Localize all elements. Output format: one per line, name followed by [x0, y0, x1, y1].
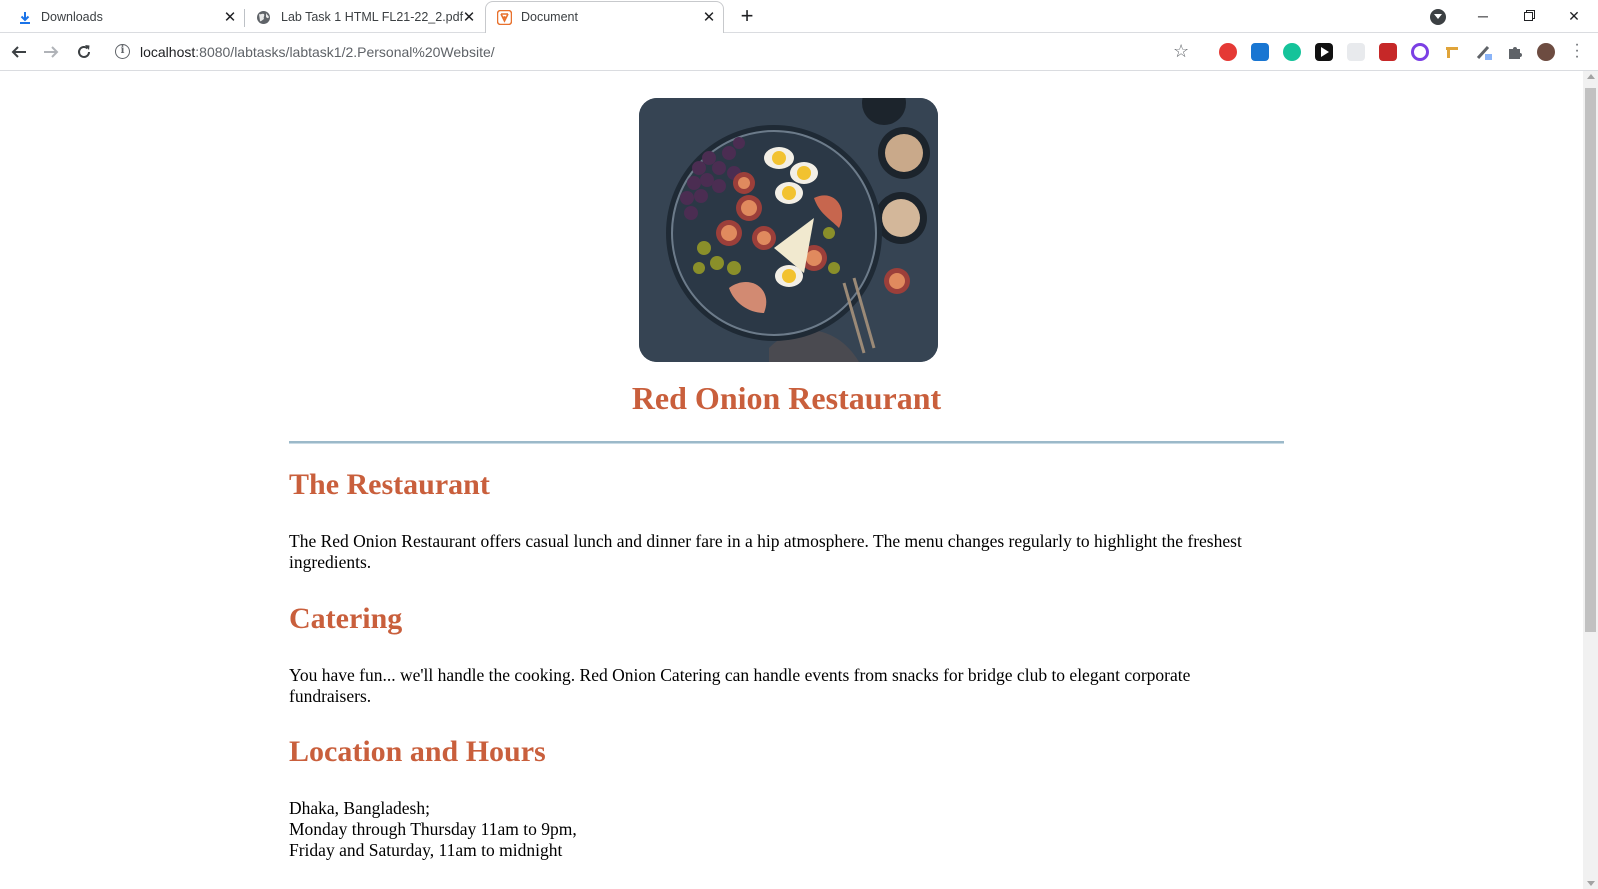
paragraph-line: Dhaka, Bangladesh; — [289, 798, 430, 818]
html5-icon — [497, 10, 512, 25]
bookmark-star-icon[interactable]: ☆ — [1173, 41, 1189, 62]
tab-downloads[interactable]: Downloads ✕ — [0, 2, 244, 33]
back-arrow-icon[interactable] — [8, 41, 30, 63]
site-info-icon[interactable]: i — [115, 44, 130, 59]
grammarly-icon[interactable] — [1283, 43, 1301, 61]
puzzle-icon[interactable] — [1506, 43, 1524, 61]
site-title: Red Onion Restaurant — [631, 380, 942, 416]
scroll-up-arrow-icon[interactable] — [1587, 74, 1595, 79]
tab-search-icon[interactable] — [1430, 9, 1446, 25]
extension-record-icon[interactable] — [1379, 43, 1397, 61]
hero-food-image — [639, 98, 938, 362]
globe-icon — [256, 10, 271, 25]
browser-toolbar: i localhost:8080/labtasks/labtask1/2.Per… — [0, 34, 1598, 71]
paragraph-line: The Red Onion Restaurant offers casual l… — [289, 531, 1242, 551]
scroll-down-arrow-icon[interactable] — [1587, 881, 1595, 886]
section-heading-restaurant: The Restaurant — [289, 468, 490, 501]
horizontal-rule — [289, 441, 1284, 444]
minimize-icon[interactable]: ─ — [1468, 4, 1498, 28]
download-icon — [17, 10, 32, 25]
paragraph-line: Monday through Thursday 11am to 9pm, — [289, 819, 577, 839]
tab-title: Downloads — [41, 10, 103, 24]
new-tab-button[interactable]: + — [736, 5, 758, 28]
extension-red-icon[interactable] — [1219, 43, 1237, 61]
scrollbar-thumb[interactable] — [1585, 88, 1596, 632]
close-tab-icon[interactable]: ✕ — [460, 8, 478, 26]
extension-blue-icon[interactable] — [1251, 43, 1269, 61]
restaurant-paragraph: The Red Onion Restaurant offers casual l… — [289, 531, 1284, 573]
paragraph-line: You have fun... we'll handle the cooking… — [289, 665, 1191, 685]
url-path: :8080/labtasks/labtask1/2.Personal%20Web… — [195, 44, 495, 60]
section-heading-catering: Catering — [289, 602, 403, 635]
close-window-icon[interactable]: ✕ — [1559, 4, 1589, 28]
paragraph-line: Friday and Saturday, 11am to midnight — [289, 840, 563, 860]
food-platter-illustration — [639, 98, 938, 362]
more-menu-icon[interactable]: · · · — [1574, 37, 1580, 65]
close-tab-icon[interactable]: ✕ — [700, 8, 718, 26]
url-host: localhost — [140, 44, 196, 60]
tab-lab-task-pdf[interactable]: Lab Task 1 HTML FL21-22_2.pdf ✕ — [244, 2, 484, 33]
tab-title: Document — [521, 10, 578, 24]
play-icon[interactable] — [1315, 43, 1333, 61]
catering-paragraph: You have fun... we'll handle the cooking… — [289, 665, 1284, 707]
paragraph-line: ingredients. — [289, 552, 372, 572]
tab-strip: Downloads ✕ Lab Task 1 HTML FL21-22_2.pd… — [0, 0, 1598, 33]
tab-title: Lab Task 1 HTML FL21-22_2.pdf — [281, 10, 464, 24]
avatar[interactable] — [1537, 43, 1555, 61]
tab-document[interactable]: Document ✕ — [485, 1, 724, 33]
extension-color-icon[interactable] — [1411, 43, 1429, 61]
forward-arrow-icon[interactable] — [40, 41, 62, 63]
page-viewport: Red Onion Restaurant The Restaurant The … — [0, 71, 1583, 889]
reload-icon[interactable] — [73, 41, 95, 63]
extension-pen-icon[interactable] — [1475, 43, 1493, 61]
location-paragraph: Dhaka, Bangladesh; Monday through Thursd… — [289, 798, 1284, 861]
vertical-scrollbar[interactable] — [1583, 71, 1598, 889]
extension-gray-icon[interactable] — [1347, 43, 1365, 61]
close-tab-icon[interactable]: ✕ — [221, 8, 239, 26]
extension-key-icon[interactable] — [1443, 43, 1461, 61]
section-heading-location: Location and Hours — [289, 735, 546, 768]
paragraph-line: fundraisers. — [289, 686, 372, 706]
address-bar[interactable]: localhost:8080/labtasks/labtask1/2.Perso… — [140, 44, 495, 60]
restore-icon[interactable] — [1514, 4, 1544, 28]
